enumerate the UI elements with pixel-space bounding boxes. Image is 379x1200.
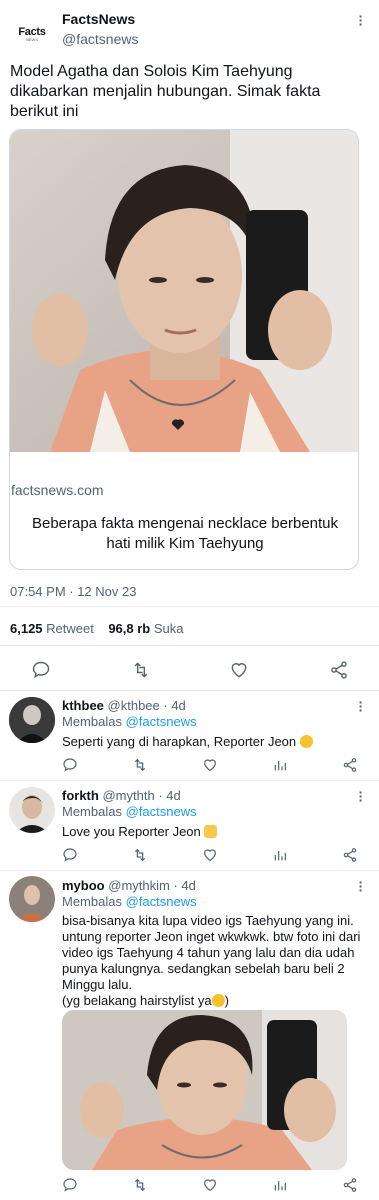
reply-text: bisa-bisanya kita lupa video igs Taehyun…	[62, 913, 372, 1009]
reply-text-line: Minggu lalu.	[62, 977, 133, 992]
share-icon[interactable]	[342, 847, 358, 863]
share-icon[interactable]	[329, 660, 349, 680]
pinch-hand-emoji	[204, 825, 218, 838]
retweet-icon[interactable]	[132, 757, 148, 773]
reply-text: Seperti yang di harapkan, Reporter Jeon	[62, 734, 313, 750]
reply-author[interactable]: forkth @mythth · 4d	[62, 788, 181, 803]
reply-actions	[0, 757, 379, 775]
card-image	[10, 130, 358, 452]
retweet-icon[interactable]	[131, 660, 151, 680]
retweet-label[interactable]: Retweet	[46, 621, 94, 636]
replying-to: Membalas @factsnews	[62, 714, 197, 729]
reply-icon[interactable]	[62, 847, 78, 863]
retweet-icon[interactable]	[132, 847, 148, 863]
card-title[interactable]: Beberapa fakta mengenai necklace berbent…	[20, 514, 350, 554]
divider	[0, 645, 379, 646]
reply-age: · 4d	[163, 698, 186, 713]
share-icon[interactable]	[342, 757, 358, 773]
reply-avatar[interactable]	[9, 876, 55, 922]
views-icon[interactable]	[272, 1177, 288, 1193]
more-icon[interactable]: · · ·	[354, 875, 368, 897]
reply-author[interactable]: kthbee @kthbee · 4d	[62, 698, 186, 713]
reply-text-line: (yg belakang hairstylist ya	[62, 993, 212, 1008]
reply-text-content: Seperti yang di harapkan, Reporter Jeon	[62, 734, 297, 749]
author-name[interactable]: FactsNews	[62, 11, 135, 27]
more-icon[interactable]: · · ·	[354, 9, 368, 31]
views-icon[interactable]	[272, 757, 288, 773]
author-handle[interactable]: @factsnews	[62, 31, 138, 47]
share-icon[interactable]	[342, 1177, 358, 1193]
reply-name[interactable]: kthbee	[62, 698, 104, 713]
reply-age: · 4d	[173, 878, 196, 893]
reply-author[interactable]: myboo @mythkim · 4d	[62, 878, 196, 893]
reply-handle[interactable]: @mythkim	[108, 878, 170, 893]
like-icon[interactable]	[229, 660, 249, 680]
replying-prefix: Membalas	[62, 804, 122, 819]
reply-icon[interactable]	[62, 757, 78, 773]
like-count[interactable]: 96,8 rb	[108, 621, 150, 636]
divider	[0, 780, 379, 781]
more-icon[interactable]: · · ·	[354, 785, 368, 807]
reply-name[interactable]: myboo	[62, 878, 105, 893]
replying-to: Membalas @factsnews	[62, 894, 197, 909]
reply-icon[interactable]	[62, 1177, 78, 1193]
reply-age: · 4d	[158, 788, 181, 803]
replying-to-handle[interactable]: @factsnews	[126, 894, 197, 909]
reply-avatar[interactable]	[9, 697, 55, 743]
reply-text-line-last: (yg belakang hairstylist ya)	[62, 993, 229, 1008]
like-icon[interactable]	[202, 757, 218, 773]
replying-to-handle[interactable]: @factsnews	[126, 804, 197, 819]
author-avatar[interactable]: Facts NEWS	[12, 14, 52, 54]
avatar-brand-text: Facts	[18, 25, 46, 38]
reply-text: Love you Reporter Jeon	[62, 824, 218, 840]
retweet-count[interactable]: 6,125	[10, 621, 43, 636]
card-domain[interactable]: factsnews.com	[11, 482, 104, 498]
divider	[0, 606, 379, 607]
replying-prefix: Membalas	[62, 714, 122, 729]
like-label[interactable]: Suka	[154, 621, 184, 636]
heart-eyes-emoji	[299, 735, 313, 748]
reply-text-line: untung reporter Jeon inget wkwkwk. btw f…	[62, 929, 361, 944]
reply-media-image[interactable]	[62, 1010, 347, 1170]
divider	[0, 690, 379, 691]
tweet-stats: 6,125 Retweet 96,8 rb Suka	[10, 621, 184, 636]
like-icon[interactable]	[202, 847, 218, 863]
reply-handle[interactable]: @mythth	[102, 788, 154, 803]
tweet-timestamp[interactable]: 07:54 PM · 12 Nov 23	[10, 584, 136, 599]
replying-prefix: Membalas	[62, 894, 122, 909]
more-icon[interactable]: · · ·	[354, 695, 368, 717]
reply-text-content: Love you Reporter Jeon	[62, 824, 201, 839]
tweet-text: Model Agatha dan Solois Kim Taehyung dik…	[10, 63, 321, 120]
grin-emoji	[211, 994, 225, 1007]
tweet-actions	[0, 656, 379, 684]
reply-text-line: punya kalungnya. sedangkan sebelah baru …	[62, 961, 345, 976]
reply-actions	[0, 1177, 379, 1195]
avatar-brand-subtext: NEWS	[26, 36, 38, 42]
reply-handle[interactable]: @kthbee	[108, 698, 160, 713]
retweet-icon[interactable]	[132, 1177, 148, 1193]
replying-to-handle[interactable]: @factsnews	[126, 714, 197, 729]
reply-name[interactable]: forkth	[62, 788, 99, 803]
link-card[interactable]: factsnews.com Beberapa fakta mengenai ne…	[9, 129, 359, 570]
replying-to: Membalas @factsnews	[62, 804, 197, 819]
like-icon[interactable]	[202, 1177, 218, 1193]
views-icon[interactable]	[272, 847, 288, 863]
reply-icon[interactable]	[31, 660, 51, 680]
divider	[0, 870, 379, 871]
reply-text-line: video igs Taehyung 4 tahun yang lalu dan…	[62, 945, 355, 960]
reply-actions	[0, 847, 379, 865]
reply-avatar[interactable]	[9, 787, 55, 833]
reply-text-line: bisa-bisanya kita lupa video igs Taehyun…	[62, 913, 354, 928]
